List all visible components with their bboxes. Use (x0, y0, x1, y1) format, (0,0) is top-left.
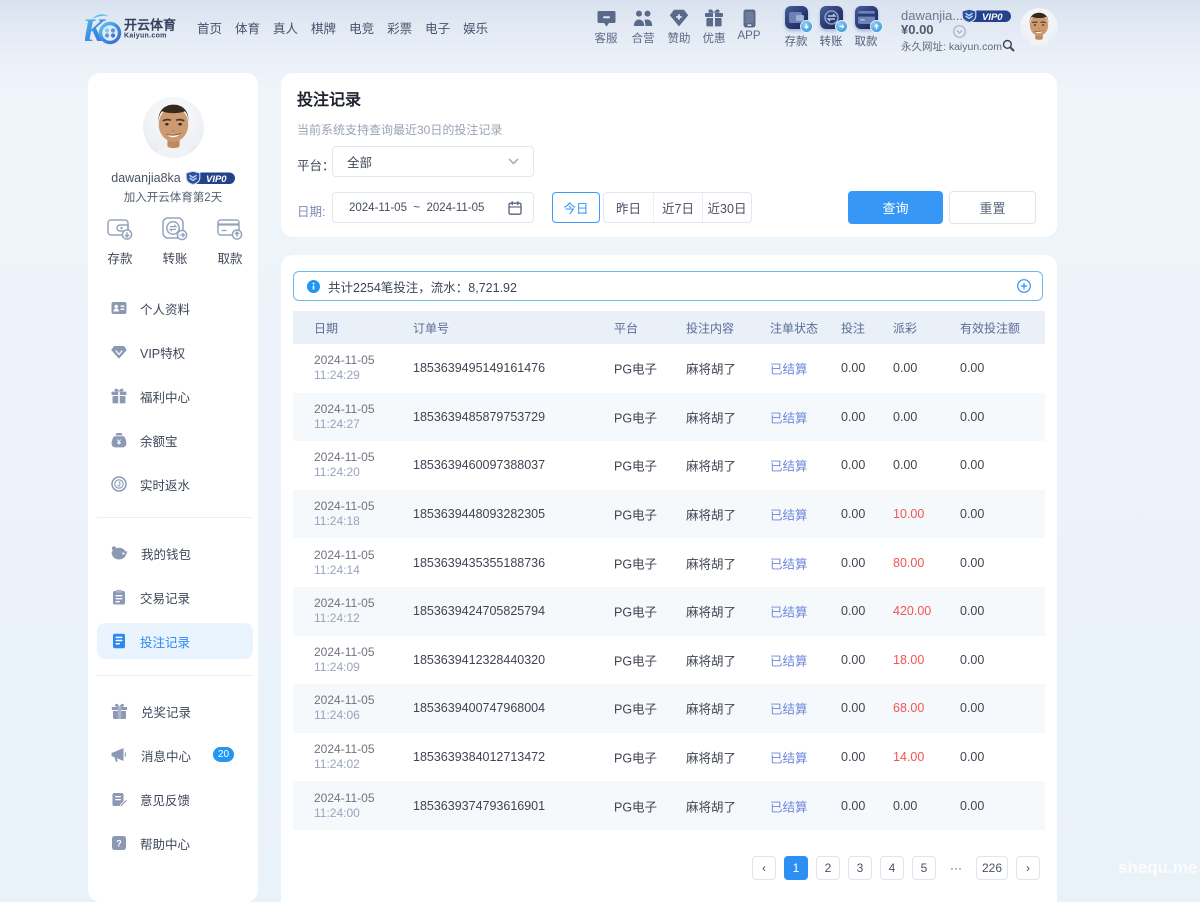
svg-text:Kaiyun.com: Kaiyun.com (124, 33, 167, 40)
svg-text:?: ? (116, 839, 122, 849)
svg-text:开云体育: 开云体育 (124, 18, 176, 33)
svg-text:J: J (117, 482, 121, 489)
svg-text:VIP0: VIP0 (982, 12, 1003, 23)
svg-text:VIP0: VIP0 (206, 174, 227, 185)
